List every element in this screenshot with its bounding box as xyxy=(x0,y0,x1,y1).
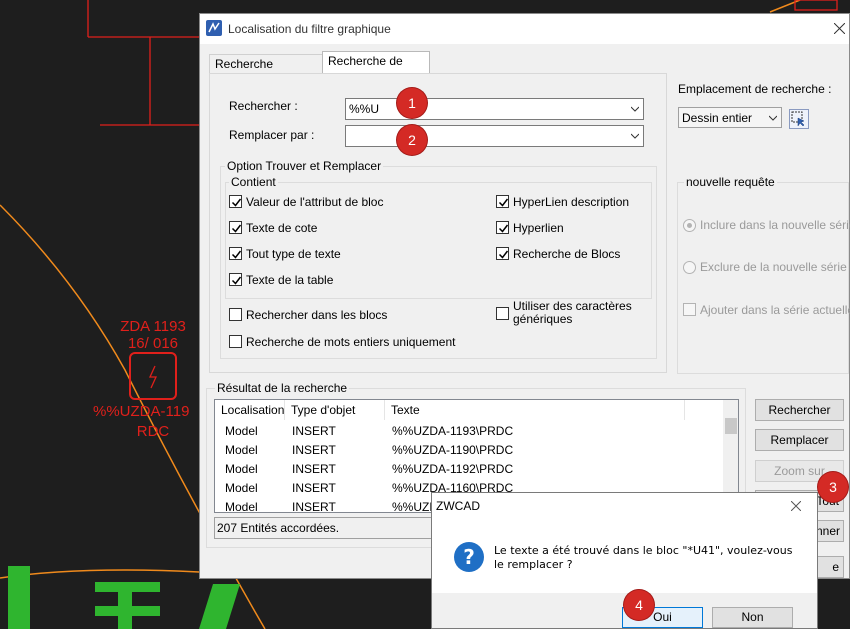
chevron-down-icon xyxy=(631,106,639,112)
new-query-group: nouvelle requête xyxy=(677,175,849,374)
replace-combo[interactable] xyxy=(345,125,644,147)
search-value: %%U xyxy=(349,102,380,116)
tab-recherche-graphique[interactable]: Recherche graphique xyxy=(209,54,323,90)
dialog-titlebar[interactable]: Localisation du filtre graphique xyxy=(200,14,849,44)
checkbox-box xyxy=(229,221,242,234)
checkbox-label: Hyperlien xyxy=(513,221,564,235)
cad-block-name: ZDA 1193 xyxy=(120,318,186,335)
search-label: Rechercher : xyxy=(229,99,298,113)
cad-block-level: RDC xyxy=(136,423,170,440)
cell-object-type: INSERT xyxy=(292,443,336,457)
dialog-title: Localisation du filtre graphique xyxy=(228,22,391,36)
chevron-down-icon xyxy=(631,133,639,139)
checkbox-box xyxy=(496,195,509,208)
annotation-badge-1: 1 xyxy=(397,88,427,118)
checkbox-box xyxy=(496,221,509,234)
search-button[interactable]: Rechercher xyxy=(755,399,844,421)
messagebox-body: ? Le texte a été trouvé dans le bloc "*U… xyxy=(432,519,817,593)
table-row[interactable]: Model INSERT %%UZDA-1190\PRDC xyxy=(215,441,735,460)
table-row[interactable]: Model INSERT %%UZDA-1192\PRDC xyxy=(215,460,735,479)
messagebox-text: Le texte a été trouvé dans le bloc "*U41… xyxy=(494,544,793,571)
radio-label: Exclure de la nouvelle série xyxy=(700,260,847,274)
checkbox-label: Recherche de Blocs xyxy=(513,247,621,261)
checkbox-label: Tout type de texte xyxy=(246,247,341,261)
replace-label: Remplacer par : xyxy=(229,128,315,142)
cell-object-type: INSERT xyxy=(292,481,336,495)
checkbox-label: Recherche de mots entiers uniquement xyxy=(246,335,456,349)
annotation-badge-4: 4 xyxy=(624,590,654,620)
column-header-text[interactable]: Texte xyxy=(385,400,685,420)
scrollbar-thumb[interactable] xyxy=(725,418,737,434)
search-location-label: Emplacement de recherche : xyxy=(678,82,832,96)
checkbox-label: Valeur de l'attribut de bloc xyxy=(246,195,384,209)
cell-location: Model xyxy=(225,462,258,476)
checkbox-label: HyperLien description xyxy=(513,195,630,209)
select-objects-button[interactable] xyxy=(789,109,809,129)
search-combo[interactable]: %%U xyxy=(345,98,644,120)
cad-block-attribute: %%UZDA-119 xyxy=(93,403,190,420)
options-group-label: Option Trouver et Remplacer xyxy=(225,159,384,173)
tab-recherche-texte[interactable]: Recherche de texte xyxy=(322,51,430,87)
app-icon xyxy=(206,20,222,36)
messagebox-titlebar[interactable]: ZWCAD xyxy=(432,493,817,519)
status-bar: 207 Entités accordées. xyxy=(214,517,449,539)
cad-block-number: 16/ 016 xyxy=(127,335,179,352)
checkbox-box xyxy=(229,335,242,348)
checkbox-box xyxy=(496,307,509,320)
checkbox-label: Texte de la table xyxy=(246,273,334,287)
checkbox-box xyxy=(229,247,242,260)
close-icon[interactable] xyxy=(834,23,845,34)
radio-circle xyxy=(683,261,696,274)
radio-circle xyxy=(683,219,696,232)
results-group-label: Résultat de la recherche xyxy=(215,381,350,395)
cell-location: Model xyxy=(225,481,258,495)
svg-text:?: ? xyxy=(463,545,475,569)
checkbox-box xyxy=(229,308,242,321)
chevron-down-icon xyxy=(769,115,777,121)
cell-object-type: INSERT xyxy=(292,462,336,476)
lightning-icon xyxy=(148,365,158,389)
cell-location: Model xyxy=(225,424,258,438)
cell-text: %%UZDA-1192\PRDC xyxy=(392,462,514,476)
checkbox-box xyxy=(229,273,242,286)
cell-object-type: INSERT xyxy=(292,424,336,438)
checkbox-box xyxy=(683,303,696,316)
radio-label: Inclure dans la nouvelle série xyxy=(700,218,850,232)
status-text: 207 Entités accordées. xyxy=(217,521,340,535)
close-icon[interactable] xyxy=(791,501,801,511)
cell-object-type: INSERT xyxy=(292,500,336,513)
cell-location: Model xyxy=(225,443,258,457)
annotation-badge-3: 3 xyxy=(818,472,848,502)
cell-text: %%UZDA-1190\PRDC xyxy=(392,443,514,457)
cell-location: Model xyxy=(225,500,258,513)
search-location-value: Dessin entier xyxy=(682,111,753,125)
checkbox-label: Ajouter dans la série actuelle xyxy=(700,303,850,317)
contains-group-label: Contient xyxy=(229,175,278,189)
column-header-object-type[interactable]: Type d'objet xyxy=(285,400,385,420)
annotation-badge-2: 2 xyxy=(397,125,427,155)
checkbox-label: Texte de cote xyxy=(246,221,318,235)
messagebox-title: ZWCAD xyxy=(436,499,480,513)
question-icon: ? xyxy=(454,542,484,572)
checkbox-label: Utiliser des caractères génériques xyxy=(513,299,632,326)
cell-text: %%UZDA-1193\PRDC xyxy=(392,424,514,438)
select-objects-icon xyxy=(791,111,805,127)
column-header-location[interactable]: Localisation xyxy=(215,400,285,420)
no-button[interactable]: Non xyxy=(712,607,793,628)
cad-window-controls xyxy=(794,0,838,11)
replace-button[interactable]: Remplacer xyxy=(755,429,844,451)
table-row[interactable]: Model INSERT %%UZDA-1193\PRDC xyxy=(215,422,735,441)
checkbox-label: Rechercher dans les blocs xyxy=(246,308,388,322)
checkbox-box xyxy=(229,195,242,208)
search-location-combo[interactable]: Dessin entier xyxy=(678,107,782,128)
checkbox-box xyxy=(496,247,509,260)
cad-red-lines xyxy=(87,0,199,126)
new-query-label: nouvelle requête xyxy=(684,175,777,189)
